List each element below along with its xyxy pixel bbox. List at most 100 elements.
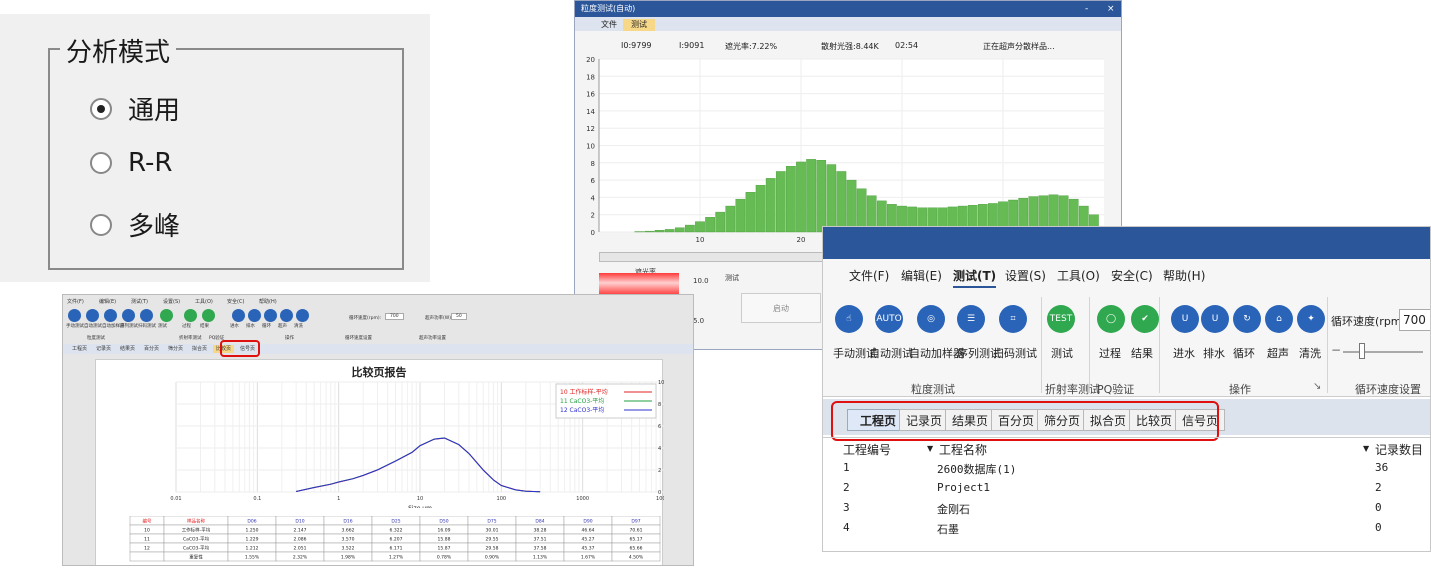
page-tab[interactable]: 记录页	[93, 345, 114, 353]
ribbon-button-label[interactable]: 进水	[1173, 345, 1195, 361]
ribbon-button-label[interactable]: 过程	[1099, 345, 1121, 361]
menu-item[interactable]: 工具(O)	[1057, 267, 1100, 284]
table-cell[interactable]: Project1	[937, 481, 990, 494]
table-cell[interactable]: 0	[1375, 501, 1382, 514]
menu-item[interactable]: 测试(T)	[953, 267, 997, 288]
menu-item[interactable]: 安全(C)	[1111, 267, 1153, 284]
radio-option[interactable]: 多峰	[90, 206, 180, 243]
tab-file[interactable]: 文件	[593, 19, 625, 31]
table-cell[interactable]: 石墨	[937, 521, 959, 537]
ribbon-button-label[interactable]: 排水	[1203, 345, 1225, 361]
menu-item[interactable]: 安全(C)	[227, 298, 244, 305]
menu-item[interactable]: 帮助(H)	[1163, 267, 1205, 284]
start-button[interactable]: 启动	[741, 293, 821, 323]
menu-item[interactable]: 设置(S)	[1005, 267, 1046, 284]
page-tab[interactable]: 工程页	[69, 345, 90, 353]
ribbon-button-icon[interactable]: ✔	[1131, 305, 1159, 333]
tab-test[interactable]: 测试	[623, 19, 655, 31]
ribbon-button-icon[interactable]	[160, 309, 173, 322]
ribbon-button-label[interactable]: 超声	[1267, 345, 1289, 361]
ribbon-button-icon[interactable]: ◎	[917, 305, 945, 333]
menu-item[interactable]: 设置(S)	[163, 298, 180, 305]
menu-item[interactable]: 编辑(E)	[99, 298, 116, 305]
radio-option[interactable]: R-R	[90, 148, 172, 178]
ribbon-button-label[interactable]: 结果	[1131, 345, 1153, 361]
ribbon-button-label: 扫码测试	[138, 324, 156, 329]
ribbon-button-label[interactable]: 扫码测试	[993, 345, 1037, 361]
ribbon-button-label[interactable]: 循环	[1233, 345, 1255, 361]
column-header[interactable]: 工程编号	[843, 441, 891, 458]
table-cell[interactable]: 2600数据库(1)	[937, 461, 1016, 477]
menu-item[interactable]: 测试(T)	[131, 298, 148, 305]
table-cell[interactable]: 0	[1375, 521, 1382, 534]
ribbon-button-icon[interactable]	[104, 309, 117, 322]
menu-item[interactable]: 文件(F)	[67, 298, 84, 305]
ribbon-button-icon[interactable]: AUTO	[875, 305, 903, 333]
table-cell[interactable]: 4	[843, 521, 850, 534]
ribbon-button-label[interactable]: 清洗	[1299, 345, 1321, 361]
speed-slider-track[interactable]	[1343, 351, 1423, 353]
radio-button-icon[interactable]	[90, 213, 112, 236]
ribbon-button-icon[interactable]	[184, 309, 197, 322]
close-button[interactable]: ×	[1107, 1, 1115, 17]
ribbon-button-icon[interactable]: ✦	[1297, 305, 1325, 333]
ribbon-button-label[interactable]: 自动测试	[869, 345, 913, 361]
sort-icon[interactable]: ▼	[927, 444, 933, 453]
ribbon-button-icon[interactable]	[232, 309, 245, 322]
menu-item[interactable]: 工具(O)	[195, 298, 213, 305]
page-tab[interactable]: 结果页	[117, 345, 138, 353]
group-launcher-icon[interactable]: ↘	[1313, 381, 1321, 392]
table-cell[interactable]: 2	[1375, 481, 1382, 494]
ribbon-button-icon[interactable]: TEST	[1047, 305, 1075, 333]
ribbon-button-icon[interactable]	[68, 309, 81, 322]
menu-item[interactable]: 帮助(H)	[259, 298, 277, 305]
page-tab[interactable]: 百分页	[141, 345, 162, 353]
speed-input[interactable]: 700	[1399, 309, 1430, 331]
menu-item[interactable]: 文件(F)	[849, 267, 889, 284]
table-cell[interactable]: 1	[843, 461, 850, 474]
ribbon-button-icon[interactable]: ⌂	[1265, 305, 1293, 333]
ribbon-button-icon[interactable]: ◯	[1097, 305, 1125, 333]
ribbon-button-icon[interactable]: ☰	[957, 305, 985, 333]
speed-slider-thumb[interactable]	[1359, 343, 1365, 359]
minimize-button[interactable]: -	[1085, 1, 1088, 17]
ribbon-button-label[interactable]: 自动加样器	[909, 345, 964, 361]
ribbon-button-icon[interactable]: U	[1201, 305, 1229, 333]
table-cell[interactable]: 36	[1375, 461, 1388, 474]
menu-item[interactable]: 编辑(E)	[901, 267, 942, 284]
ribbon-button-icon[interactable]: ⌗	[999, 305, 1027, 333]
table-cell: 70.61	[630, 528, 643, 534]
table-cell: 37.58	[534, 546, 547, 552]
histogram-bar	[735, 198, 746, 233]
table-cell[interactable]: 3	[843, 501, 850, 514]
column-header[interactable]: 记录数目	[1375, 441, 1423, 458]
ribbon-button-icon[interactable]	[140, 309, 153, 322]
table-cell[interactable]: 金刚石	[937, 501, 970, 517]
ribbon-button-icon[interactable]	[202, 309, 215, 322]
histogram-bar	[725, 205, 736, 233]
y-tick-label: 10	[586, 143, 595, 151]
column-header[interactable]: 工程名称	[939, 441, 987, 458]
ribbon-button-icon[interactable]	[86, 309, 99, 322]
page-tab[interactable]: 拟合页	[189, 345, 210, 353]
ribbon-button-icon[interactable]: ☝	[835, 305, 863, 333]
radio-button-icon[interactable]	[90, 152, 112, 174]
y-tick-label: 6	[591, 177, 596, 185]
ribbon-button-icon[interactable]: ↻	[1233, 305, 1261, 333]
radio-option[interactable]: 通用	[90, 90, 180, 127]
ribbon-button-icon[interactable]	[280, 309, 293, 322]
sort-icon[interactable]: ▼	[1363, 444, 1369, 453]
radio-button-icon[interactable]	[90, 97, 112, 120]
ribbon-button-icon[interactable]	[122, 309, 135, 322]
table-cell[interactable]: 2	[843, 481, 850, 494]
table-cell: 30.01	[486, 528, 499, 534]
ribbon-button-label[interactable]: 测试	[1051, 345, 1073, 361]
ribbon-button-icon[interactable]: U	[1171, 305, 1199, 333]
ribbon-button-icon[interactable]	[264, 309, 277, 322]
speed-input[interactable]: 700	[385, 313, 404, 320]
ribbon-button-icon[interactable]	[248, 309, 261, 322]
slider-minus-icon[interactable]: −	[1331, 343, 1341, 357]
page-tab[interactable]: 筛分页	[165, 345, 186, 353]
ribbon-button-icon[interactable]	[296, 309, 309, 322]
ultra-input[interactable]: 50	[451, 313, 467, 320]
